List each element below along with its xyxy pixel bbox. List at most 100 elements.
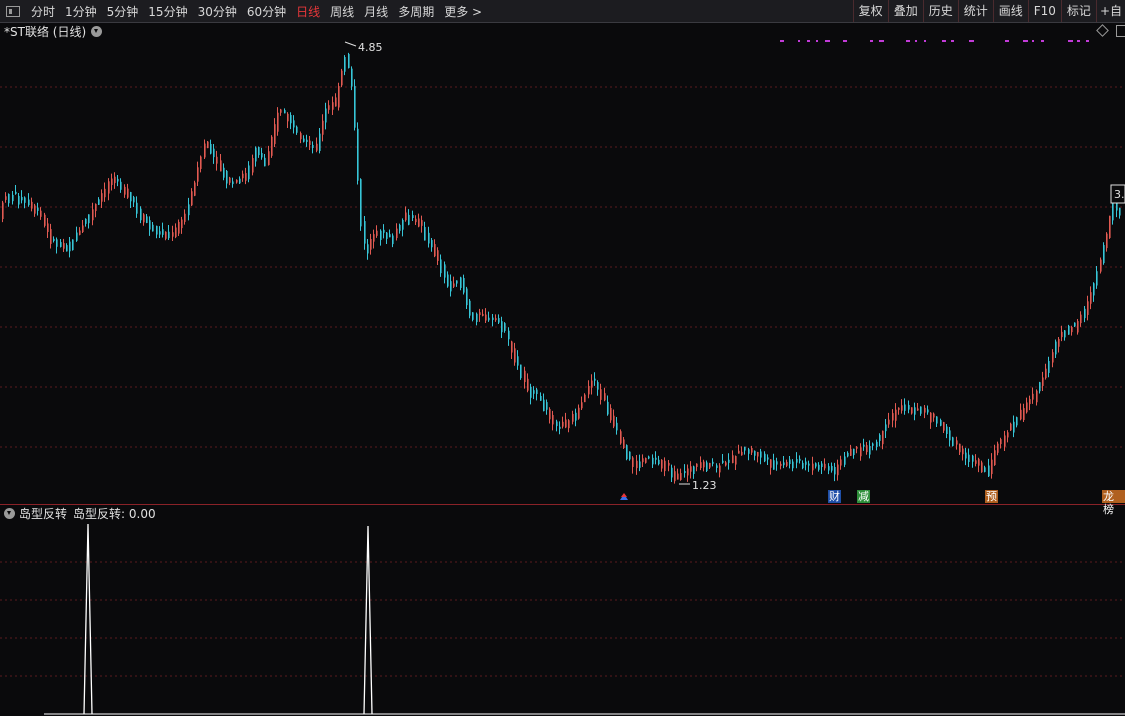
- candle-body: [1007, 432, 1009, 438]
- signal-dot: [924, 40, 926, 42]
- candle-body: [501, 321, 503, 333]
- candle-body: [892, 413, 894, 421]
- candle-body: [860, 447, 862, 457]
- candle-body: [437, 250, 439, 261]
- tag-cai[interactable]: 财: [828, 490, 841, 503]
- candle-body: [540, 395, 542, 401]
- tag-yu[interactable]: 预: [985, 490, 998, 503]
- candle-body: [111, 178, 113, 186]
- candle-body: [306, 139, 308, 142]
- candle-body: [1061, 331, 1063, 338]
- candle-body: [40, 210, 42, 217]
- indicator-spike: [83, 523, 93, 715]
- indicator-title[interactable]: 岛型反转: [19, 505, 67, 522]
- candle-body: [565, 419, 567, 428]
- candle-body: [604, 393, 606, 401]
- candle-body: [735, 456, 737, 465]
- candle-body: [348, 54, 350, 68]
- candle-body: [252, 158, 254, 173]
- candle-body: [1013, 421, 1015, 433]
- candle-body: [421, 220, 423, 226]
- right-price-label: 3.: [1114, 188, 1125, 201]
- candle-body: [760, 451, 762, 458]
- candle-body: [607, 401, 609, 415]
- candle-body: [837, 464, 839, 476]
- candle-body: [341, 70, 343, 86]
- candle-body: [188, 204, 190, 216]
- candle-body: [210, 143, 212, 154]
- candle-body: [568, 420, 570, 429]
- candle-body: [719, 465, 721, 473]
- candle-body: [767, 457, 769, 460]
- candle-body: [920, 406, 922, 414]
- candle-body: [700, 462, 702, 469]
- candle-body: [376, 230, 378, 236]
- candle-body: [984, 467, 986, 472]
- tag-jian[interactable]: 减: [857, 490, 870, 503]
- candle-body: [114, 176, 116, 184]
- candle-body: [517, 356, 519, 366]
- candle-body: [357, 128, 359, 181]
- kline-chart[interactable]: 4.85 1.23 3.: [0, 0, 1125, 716]
- candle-body: [885, 424, 887, 432]
- candle-body: [988, 465, 990, 477]
- candle-body: [76, 232, 78, 241]
- chevron-down-icon[interactable]: [4, 507, 15, 519]
- candle-body: [418, 218, 420, 227]
- high-marker-line: [344, 41, 357, 47]
- candle-body: [181, 219, 183, 229]
- candle-body: [834, 466, 836, 475]
- candle-body: [956, 440, 958, 445]
- candle-body: [508, 330, 510, 340]
- indicator-header: 岛型反转 岛型反转: 0.00: [0, 505, 162, 521]
- candle-body: [1077, 321, 1079, 333]
- candle-body: [15, 191, 17, 194]
- candle-body: [668, 462, 670, 466]
- candle-body: [191, 191, 193, 206]
- candle-body: [725, 462, 727, 466]
- candle-body: [386, 232, 388, 239]
- candle-body: [117, 178, 119, 182]
- candle-body: [453, 283, 455, 287]
- candle-body: [399, 224, 401, 231]
- candle-body: [1032, 393, 1034, 400]
- candle-body: [380, 230, 382, 241]
- candle-body: [5, 196, 7, 200]
- candle-body: [258, 146, 260, 156]
- candle-body: [69, 241, 71, 252]
- candle-body: [642, 458, 644, 463]
- candle-body: [165, 231, 167, 239]
- candle-body: [709, 462, 711, 468]
- candle-body: [370, 239, 372, 250]
- candle-body: [575, 412, 577, 421]
- tag-bang[interactable]: 龙榜: [1102, 490, 1125, 516]
- candle-body: [783, 462, 785, 466]
- candle-body: [431, 240, 433, 248]
- candle-body: [287, 113, 289, 122]
- candle-body: [1029, 399, 1031, 405]
- candle-body: [856, 446, 858, 449]
- candle-body: [812, 463, 814, 471]
- candle-body: [277, 112, 279, 132]
- candle-body: [360, 179, 362, 227]
- candle-body: [146, 216, 148, 223]
- candle-body: [280, 109, 282, 113]
- candle-body: [805, 461, 807, 465]
- candle-body: [917, 408, 919, 411]
- candle-body: [738, 450, 740, 454]
- candle-body: [703, 461, 705, 468]
- candle-body: [943, 422, 945, 431]
- candle-body: [527, 378, 529, 391]
- candle-body: [1000, 439, 1002, 445]
- candle-body: [168, 231, 170, 239]
- candle-body: [8, 193, 10, 204]
- candle-body: [63, 243, 65, 249]
- candle-body: [24, 197, 26, 203]
- candle-body: [364, 221, 366, 244]
- candle-body: [879, 434, 881, 441]
- candle-body: [863, 444, 865, 447]
- candle-body: [95, 203, 97, 212]
- signal-dot: [969, 40, 974, 42]
- candle-body: [223, 167, 225, 178]
- candle-body: [492, 317, 494, 321]
